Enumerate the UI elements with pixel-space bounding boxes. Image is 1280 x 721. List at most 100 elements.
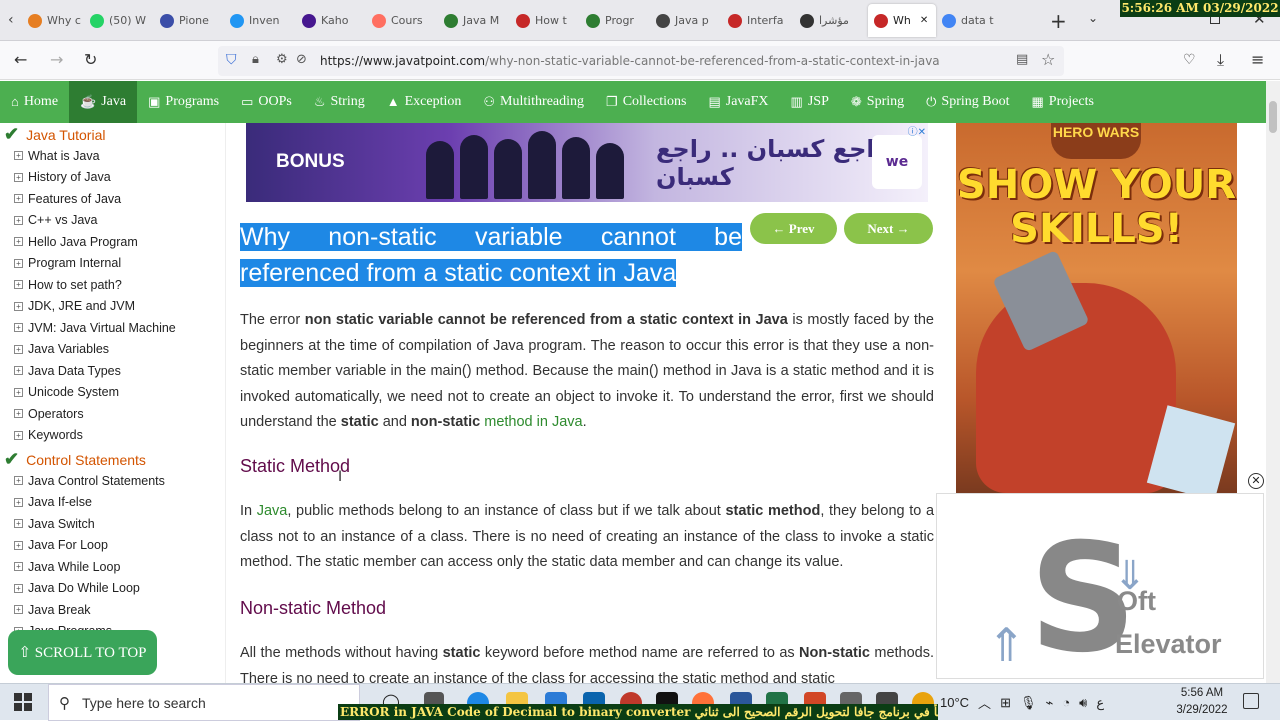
sidebar-link[interactable]: + JDK, JRE and JVM [0,296,225,318]
menu-item-oops[interactable]: ▭ OOPs [230,81,303,123]
prev-button[interactable]: ← Prev [750,213,837,244]
ad-close-icon[interactable]: ⓘ✕ [908,123,926,138]
lock-icon[interactable]: 🔒︎ [252,52,259,67]
menu-item-collections[interactable]: ❐ Collections [595,81,697,123]
sidebar-link[interactable]: + Unicode System [0,382,225,404]
menu-item-multithreading[interactable]: ⚇ Multithreading [472,81,595,123]
bookmark-star-icon[interactable]: ☆ [1041,50,1055,69]
tab-label: Java M [463,14,500,27]
menu-item-jsp[interactable]: ▥ JSP [780,81,840,123]
tab-list-chevron-icon[interactable]: ⌄ [1088,11,1098,25]
sidebar-link[interactable]: + What is Java [0,145,225,167]
clock-time: 5:56 AM [1180,687,1224,699]
browser-tab[interactable]: Progr [586,4,646,37]
download-icon[interactable]: ⤓ [1217,51,1224,69]
ad-close-icon[interactable]: ✕ [1248,473,1264,489]
tracking-icon[interactable]: ⊘ [296,52,307,67]
reader-view-icon[interactable]: ▤ [1016,52,1028,67]
notifications-icon[interactable] [1243,693,1259,709]
url-text[interactable]: https://www.javatpoint.com/why-non-stati… [320,46,940,76]
heading-non-static-method: Non-static Method [240,598,387,618]
sidebar-section-control-statements[interactable]: ✔ Control Statements [0,449,225,470]
sidebar-link[interactable]: + Java Break [0,599,225,621]
sidebar-link[interactable]: + Java While Loop [0,556,225,578]
address-bar[interactable]: ⛉ 🔒︎ ⚙ ⊘ https://www.javatpoint.com/why-… [218,46,1064,76]
sidebar-link-label: Java For Loop [28,538,108,553]
sidebar-section-java-tutorial[interactable]: ✔ Java Tutorial [0,124,225,145]
sidebar-link[interactable]: + Java If-else [0,492,225,514]
java-link[interactable]: Java [257,503,288,519]
sidebar-link[interactable]: + Java For Loop [0,535,225,557]
pocket-icon[interactable]: ♡ [1183,51,1196,69]
scrollbar-thumb[interactable] [1269,101,1277,133]
taskbar-search-box[interactable]: ⚲ Type here to search [48,684,360,721]
sidebar-link[interactable]: + JVM: Java Virtual Machine [0,317,225,339]
browser-tab[interactable]: Java p [656,4,716,37]
sidebar-link[interactable]: + Hello Java Program [0,231,225,253]
menu-item-programs[interactable]: ▣ Programs [137,81,230,123]
side-banner-ad[interactable]: HERO WARS SHOW YOUR SKILLS! [956,123,1237,493]
sidebar-link[interactable]: + History of Java [0,167,225,189]
browser-tab[interactable]: Kaho [302,4,362,37]
top-banner-ad[interactable]: BONUS راجع كسبان .. راجع كسبان we ⓘ✕ [246,123,928,202]
expand-icon: + [14,172,23,182]
shield-icon[interactable]: ⛉ [226,52,237,68]
sidebar-link[interactable]: + Operators [0,403,225,425]
volume-icon[interactable]: 🔊︎ [1079,695,1087,711]
input-language[interactable]: ع [1096,695,1104,711]
sidebar-link[interactable]: + Java Switch [0,513,225,535]
sidebar-link[interactable]: + How to set path? [0,274,225,296]
menu-item-java[interactable]: ☕ Java [69,81,138,123]
menu-item-javafx[interactable]: ▤ JavaFX [697,81,779,123]
reload-icon[interactable]: ↻ [84,51,97,69]
menu-item-string[interactable]: ♨ String [303,81,376,123]
back-arrow-icon[interactable]: ← [14,51,27,69]
sidebar-link[interactable]: + Program Internal [0,253,225,275]
sidebar-link[interactable]: + Java Control Statements [0,470,225,492]
next-button[interactable]: Next → [844,213,933,244]
sidebar-link[interactable]: + Features of Java [0,188,225,210]
menu-item-spring-boot[interactable]: ⏻ Spring Boot [915,81,1020,123]
sidebar-link[interactable]: + Java Data Types [0,360,225,382]
show-hidden-icons-icon[interactable]: ︿ [978,693,991,712]
browser-tab[interactable]: (50) W [90,4,150,37]
tab-close-icon[interactable]: ✕ [920,15,928,26]
browser-tab[interactable]: How t [516,4,576,37]
sidebar-link[interactable]: + Java Do While Loop [0,578,225,600]
wifi-icon[interactable]: ◔ [1062,695,1070,710]
home-icon: ⌂ [11,94,19,109]
sidebar-link[interactable]: + C++ vs Java [0,210,225,232]
menu-item-exception[interactable]: ▲ Exception [376,81,473,123]
network-icon[interactable]: ⌁ [1045,695,1053,711]
taskbar-clock[interactable]: 5:56 AM 3/29/2022 [1170,685,1234,719]
browser-tab[interactable]: Java M [444,4,504,37]
windows-start-icon[interactable] [14,693,32,711]
browser-tab[interactable]: Wh ✕ [868,4,936,37]
menu-item-home[interactable]: ⌂ Home [0,81,69,123]
browser-tab[interactable]: data t [942,4,1002,37]
sidebar-link[interactable]: + Keywords [0,425,225,447]
method-in-java-link[interactable]: method in Java [484,414,582,430]
permissions-icon[interactable]: ⚙ [276,52,288,67]
microphone-icon[interactable]: 🎙︎ [1020,695,1037,711]
browser-tab[interactable]: Pione [160,4,220,37]
browser-tab[interactable]: مؤشرا [800,4,860,37]
menu-item-projects[interactable]: ▦ Projects [1021,81,1105,123]
app-menu-icon[interactable]: ≡ [1251,51,1264,69]
forward-arrow-icon[interactable]: → [50,51,63,69]
page-scrollbar[interactable] [1266,81,1280,683]
scroll-to-top-button[interactable]: ⇧ SCROLL TO TOP [8,630,157,675]
browser-tab[interactable]: Cours [372,4,432,37]
tab-scroll-left-icon[interactable]: ‹ [8,12,14,28]
tab-favicon-icon [372,13,386,28]
browser-tab-strip: ‹ Why c (50) W Pione Inven Kaho Cours Java M Ho… [0,0,1280,41]
system-tray: 10°C ︿ ⊞ 🎙︎ ⌁ ◔ 🔊︎ ع [940,684,1104,721]
menu-item-spring[interactable]: ❁ Spring [840,81,915,123]
browser-tab[interactable]: Why c [28,4,88,37]
sidebar-link[interactable]: + Java Variables [0,339,225,361]
new-tab-button[interactable]: + [1050,9,1067,33]
vpn-icon[interactable]: ⊞ [1000,695,1011,711]
browser-tab[interactable]: Interfa [728,4,788,37]
weather-temperature[interactable]: 10°C [940,695,969,710]
browser-tab[interactable]: Inven [230,4,290,37]
